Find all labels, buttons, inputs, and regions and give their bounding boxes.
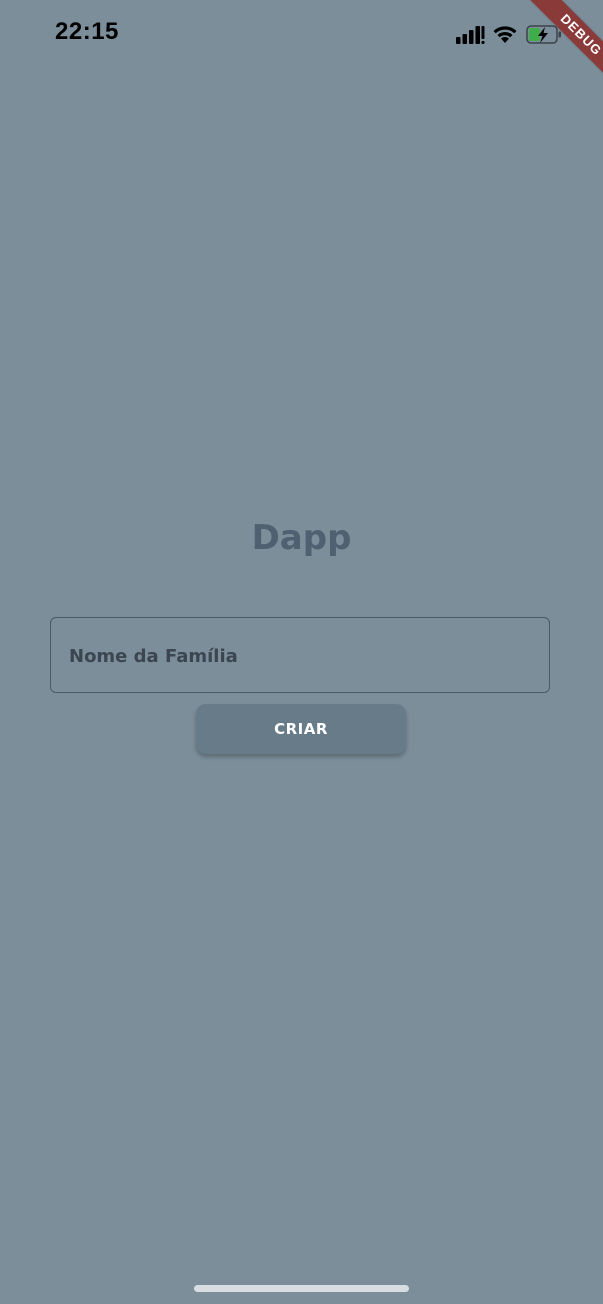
page-title: Dapp: [251, 518, 352, 558]
family-name-input[interactable]: [67, 618, 537, 694]
status-time: 22:15: [55, 18, 119, 45]
signal-icon: [456, 26, 485, 44]
home-indicator: [194, 1285, 409, 1292]
create-button[interactable]: CRIAR: [196, 704, 406, 754]
family-name-field[interactable]: [50, 617, 550, 694]
debug-ribbon-label: DEBUG: [523, 0, 603, 93]
debug-banner: DEBUG: [493, 0, 603, 110]
